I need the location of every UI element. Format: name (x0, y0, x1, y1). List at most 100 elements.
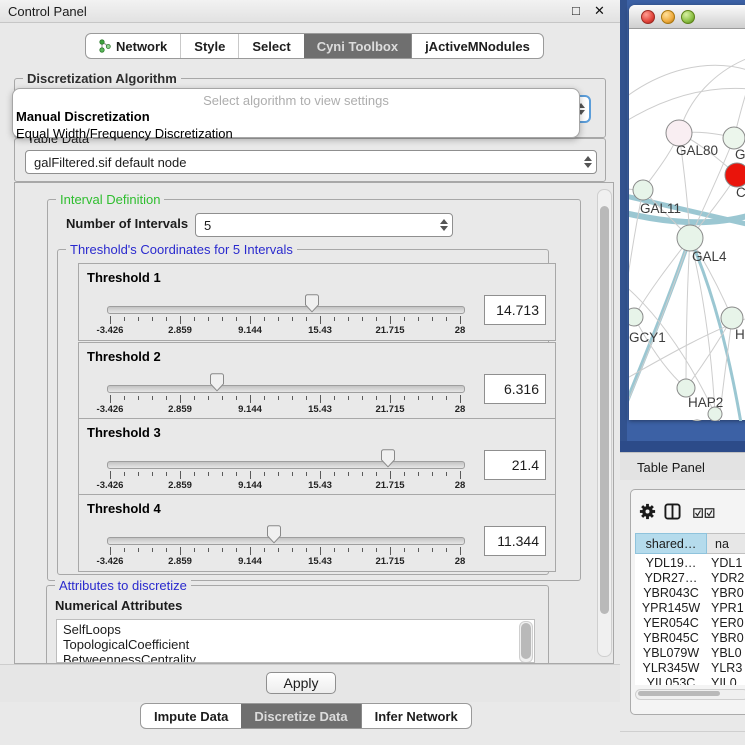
mac-close-icon[interactable] (641, 10, 655, 24)
table-hscrollbar[interactable] (635, 689, 745, 700)
threshold-value-field[interactable]: 11.344 (484, 526, 546, 556)
mac-zoom-icon[interactable] (681, 10, 695, 24)
network-edge[interactable] (629, 88, 745, 127)
slider-tick (152, 548, 153, 552)
attribute-item[interactable]: TopologicalCoefficient (57, 637, 534, 652)
table-hscrollbar-thumb[interactable] (638, 691, 720, 696)
cell-shared-name[interactable]: YBR043C (635, 586, 707, 601)
tab-infer-network[interactable]: Infer Network (361, 704, 471, 728)
cell-name[interactable]: YDL1 (711, 556, 745, 571)
mac-minimize-icon[interactable] (661, 10, 675, 24)
tab-impute-data[interactable]: Impute Data (141, 704, 241, 728)
network-edge[interactable] (629, 65, 745, 104)
node-selected-red[interactable] (725, 163, 745, 187)
node-H[interactable] (721, 307, 743, 329)
table-row[interactable]: YBL079W YBL0 (635, 646, 745, 661)
threshold-value-field[interactable]: 14.713 (484, 295, 546, 325)
slider-tick (446, 317, 447, 321)
cell-shared-name[interactable]: YIL053C (635, 676, 707, 685)
option-manual-discretization[interactable]: Manual Discretization (13, 108, 579, 125)
table-row[interactable]: YLR345W YLR3 (635, 661, 745, 676)
node-GCY1[interactable] (629, 308, 643, 326)
slider-track[interactable] (107, 306, 465, 314)
table-row[interactable]: YBR043C YBR0 (635, 586, 745, 601)
combo-stepper-icon[interactable] (580, 156, 596, 168)
network-edge[interactable] (634, 317, 686, 388)
cell-name[interactable]: YIL0 (711, 676, 745, 685)
node-GAL11[interactable] (633, 180, 653, 200)
slider-track[interactable] (107, 461, 465, 469)
table-row[interactable]: YIL053C YIL0 (635, 676, 745, 685)
network-edge[interactable] (634, 238, 690, 317)
table-row[interactable]: YER054C YER0 (635, 616, 745, 631)
node-edge[interactable] (689, 420, 705, 421)
cell-shared-name[interactable]: YBR045C (635, 631, 707, 646)
settings-panel-scrollbar[interactable] (597, 189, 612, 657)
threshold-value-field[interactable]: 21.4 (484, 450, 546, 480)
slider-track[interactable] (107, 537, 465, 545)
cell-shared-name[interactable]: YBL079W (635, 646, 707, 661)
table-row[interactable]: YDL19… YDL1 (635, 556, 745, 571)
threshold-label: Threshold 2 (87, 349, 161, 364)
tab-network[interactable]: Network (86, 34, 180, 58)
cell-shared-name[interactable]: YLR345W (635, 661, 707, 676)
slider-track[interactable] (107, 385, 465, 393)
table-data-combobox[interactable]: galFiltered.sif default node (25, 150, 597, 174)
slider-thumb[interactable] (210, 373, 224, 392)
node-table[interactable]: shared… na YDL19…YDL1YDR27…YDR2YBR043CYB… (635, 533, 745, 685)
table-row[interactable]: YPR145W YPR1 (635, 601, 745, 616)
slider-tick (348, 472, 349, 476)
cell-name[interactable]: YLR3 (711, 661, 745, 676)
tab-discretize-data[interactable]: Discretize Data (241, 704, 360, 728)
slider-tick (194, 396, 195, 400)
threshold-label: Threshold 3 (87, 425, 161, 440)
slider-thumb[interactable] (267, 525, 281, 544)
combo-stepper-icon[interactable] (436, 219, 452, 231)
table-row[interactable]: YDR27… YDR2 (635, 571, 745, 586)
cell-shared-name[interactable]: YDL19… (635, 556, 707, 571)
attribute-item[interactable]: BetweennessCentrality (57, 652, 534, 663)
option-equal-width-frequency[interactable]: Equal Width/Frequency Discretization (13, 125, 579, 142)
column-header-shared-name[interactable]: shared… (635, 533, 707, 554)
cell-shared-name[interactable]: YER054C (635, 616, 707, 631)
tab-select[interactable]: Select (238, 34, 303, 58)
cell-name[interactable]: YDR2 (711, 571, 745, 586)
float-window-icon[interactable]: □ (572, 3, 580, 18)
cell-name[interactable]: YPR1 (711, 601, 745, 616)
table-row[interactable]: YBR045C YBR0 (635, 631, 745, 646)
network-canvas[interactable]: GAL80GACGAL11GAL4GCY1HHAP2 (629, 29, 745, 421)
scrollbar-thumb[interactable] (600, 206, 609, 614)
tab-jactivemnodules[interactable]: jActiveMNodules (411, 34, 543, 58)
attributes-list-scrollbar[interactable] (519, 621, 533, 663)
tab-style[interactable]: Style (180, 34, 238, 58)
cell-name[interactable]: YBR0 (711, 586, 745, 601)
threshold-label: Threshold 4 (87, 501, 161, 516)
slider-thumb[interactable] (381, 449, 395, 468)
slider-tick (306, 472, 307, 476)
slider-thumb[interactable] (305, 294, 319, 313)
tab-cyni-toolbox[interactable]: Cyni Toolbox (304, 34, 411, 58)
number-of-intervals-value: 5 (196, 218, 436, 233)
node-GAL4[interactable] (677, 225, 703, 251)
cell-name[interactable]: YER0 (711, 616, 745, 631)
checkbox-pair-icon[interactable] (693, 507, 715, 522)
attribute-item[interactable]: SelfLoops (57, 622, 534, 637)
node-small[interactable] (708, 407, 722, 421)
network-edge[interactable] (690, 238, 741, 421)
cell-shared-name[interactable]: YPR145W (635, 601, 707, 616)
numerical-attributes-list[interactable]: SelfLoopsTopologicalCoefficientBetweenne… (56, 619, 535, 663)
cell-name[interactable]: YBL0 (711, 646, 745, 661)
threshold-value-field[interactable]: 6.316 (484, 374, 546, 404)
gear-icon[interactable] (638, 502, 657, 524)
network-edge[interactable] (686, 318, 732, 388)
slider-tick (292, 396, 293, 400)
number-of-intervals-combobox[interactable]: 5 (195, 213, 453, 237)
close-panel-icon[interactable]: ✕ (594, 3, 605, 19)
column-header-name[interactable]: na (707, 533, 745, 554)
cell-shared-name[interactable]: YDR27… (635, 571, 707, 586)
node-GA[interactable] (723, 127, 745, 149)
cell-name[interactable]: YBR0 (711, 631, 745, 646)
slider-tick (404, 396, 405, 400)
apply-button[interactable]: Apply (266, 672, 336, 694)
split-columns-icon[interactable] (664, 503, 681, 523)
